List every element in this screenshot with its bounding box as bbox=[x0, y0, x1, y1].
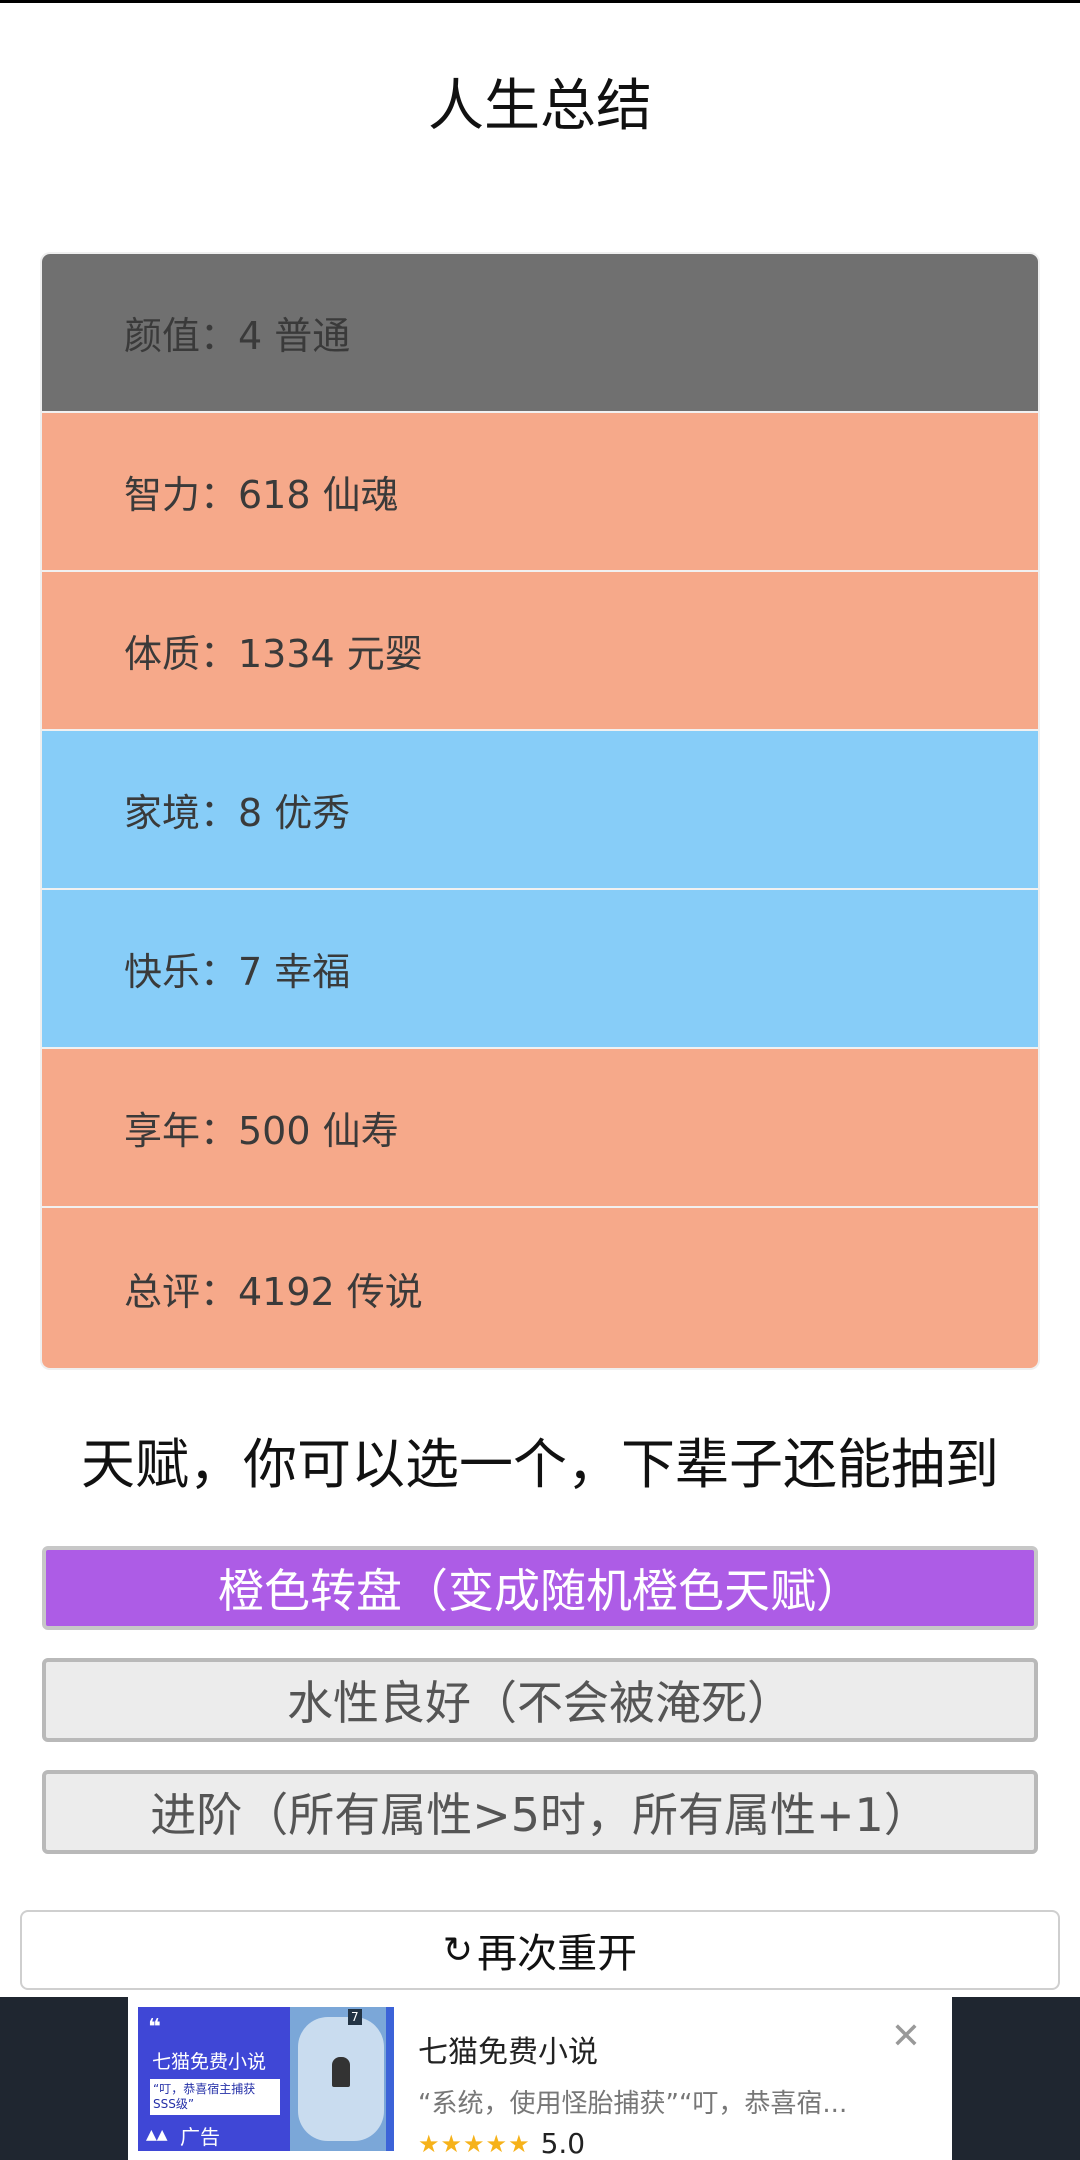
ad-image-tag: 7 bbox=[348, 2009, 362, 2025]
stat-text: 总评：4192 传说 bbox=[124, 1269, 423, 1314]
talent-option-good-swimmer[interactable]: 水性良好（不会被淹死） bbox=[42, 1658, 1038, 1742]
stats-list: 颜值：4 普通 智力：618 仙魂 体质：1334 元婴 家境：8 优秀 快乐：… bbox=[42, 254, 1038, 1368]
refresh-icon: ↻ bbox=[442, 1929, 474, 1971]
figure-graphic bbox=[332, 2057, 350, 2087]
ad-thumbnail: ❝ 七猫免费小说 “叮，恭喜宿主捕获SSS级” ▲▲ 广告 bbox=[138, 2007, 290, 2151]
ad-thumb-text: “叮，恭喜宿主捕获SSS级” bbox=[150, 2079, 280, 2115]
stat-text: 体质：1334 元婴 bbox=[124, 632, 423, 676]
stat-text: 享年：500 仙寿 bbox=[124, 1109, 399, 1153]
ad-rating: ★★★★★ 5.0 bbox=[418, 2127, 585, 2160]
stat-row-intelligence: 智力：618 仙魂 bbox=[42, 413, 1038, 572]
stat-text: 家境：8 优秀 bbox=[124, 791, 351, 835]
ad-title: 七猫免费小说 bbox=[418, 2035, 598, 2070]
ad-thumb-title: 七猫免费小说 bbox=[152, 2051, 267, 2073]
stat-row-lifespan: 享年：500 仙寿 bbox=[42, 1049, 1038, 1208]
stat-row-happiness: 快乐：7 幸福 bbox=[42, 890, 1038, 1049]
brand-logo-icon: ▲▲ bbox=[146, 2127, 168, 2143]
talent-heading: 天赋，你可以选一个，下辈子还能抽到 bbox=[81, 1433, 999, 1496]
restart-button[interactable]: ↻ 再次重开 bbox=[20, 1910, 1060, 1990]
stat-row-family: 家境：8 优秀 bbox=[42, 731, 1038, 890]
rating-value: 5.0 bbox=[540, 2127, 586, 2160]
close-icon[interactable]: ✕ bbox=[886, 2017, 926, 2057]
star-rating-icon: ★★★★★ bbox=[418, 2129, 531, 2158]
ad-banner-bar: ❝ 七猫免费小说 “叮，恭喜宿主捕获SSS级” ▲▲ 广告 7 七猫免费小说 “… bbox=[0, 1997, 1080, 2160]
quote-icon: ❝ bbox=[148, 2015, 161, 2040]
page-title: 人生总结 bbox=[428, 74, 652, 139]
ad-image: 7 bbox=[290, 2007, 394, 2151]
ad-banner[interactable]: ❝ 七猫免费小说 “叮，恭喜宿主捕获SSS级” ▲▲ 广告 7 七猫免费小说 “… bbox=[128, 1997, 952, 2160]
stat-row-overall: 总评：4192 传说 bbox=[42, 1208, 1038, 1368]
stat-row-constitution: 体质：1334 元婴 bbox=[42, 572, 1038, 731]
stat-text: 快乐：7 幸福 bbox=[124, 950, 351, 994]
stat-row-appearance: 颜值：4 普通 bbox=[42, 254, 1038, 413]
stat-text: 颜值：4 普通 bbox=[124, 314, 351, 358]
ad-label: 广告 bbox=[180, 2125, 220, 2149]
talent-option-orange-wheel[interactable]: 橙色转盘（变成随机橙色天赋） bbox=[42, 1546, 1038, 1630]
stat-text: 智力：618 仙魂 bbox=[124, 473, 399, 517]
ad-image-strip bbox=[386, 2007, 394, 2151]
talent-option-advance[interactable]: 进阶（所有属性>5时，所有属性+1） bbox=[42, 1770, 1038, 1854]
ad-description: “系统，使用怪胎捕获”“叮，恭喜宿... bbox=[418, 2089, 848, 2119]
status-bar-line bbox=[0, 0, 1080, 3]
restart-label: 再次重开 bbox=[477, 1931, 638, 1977]
